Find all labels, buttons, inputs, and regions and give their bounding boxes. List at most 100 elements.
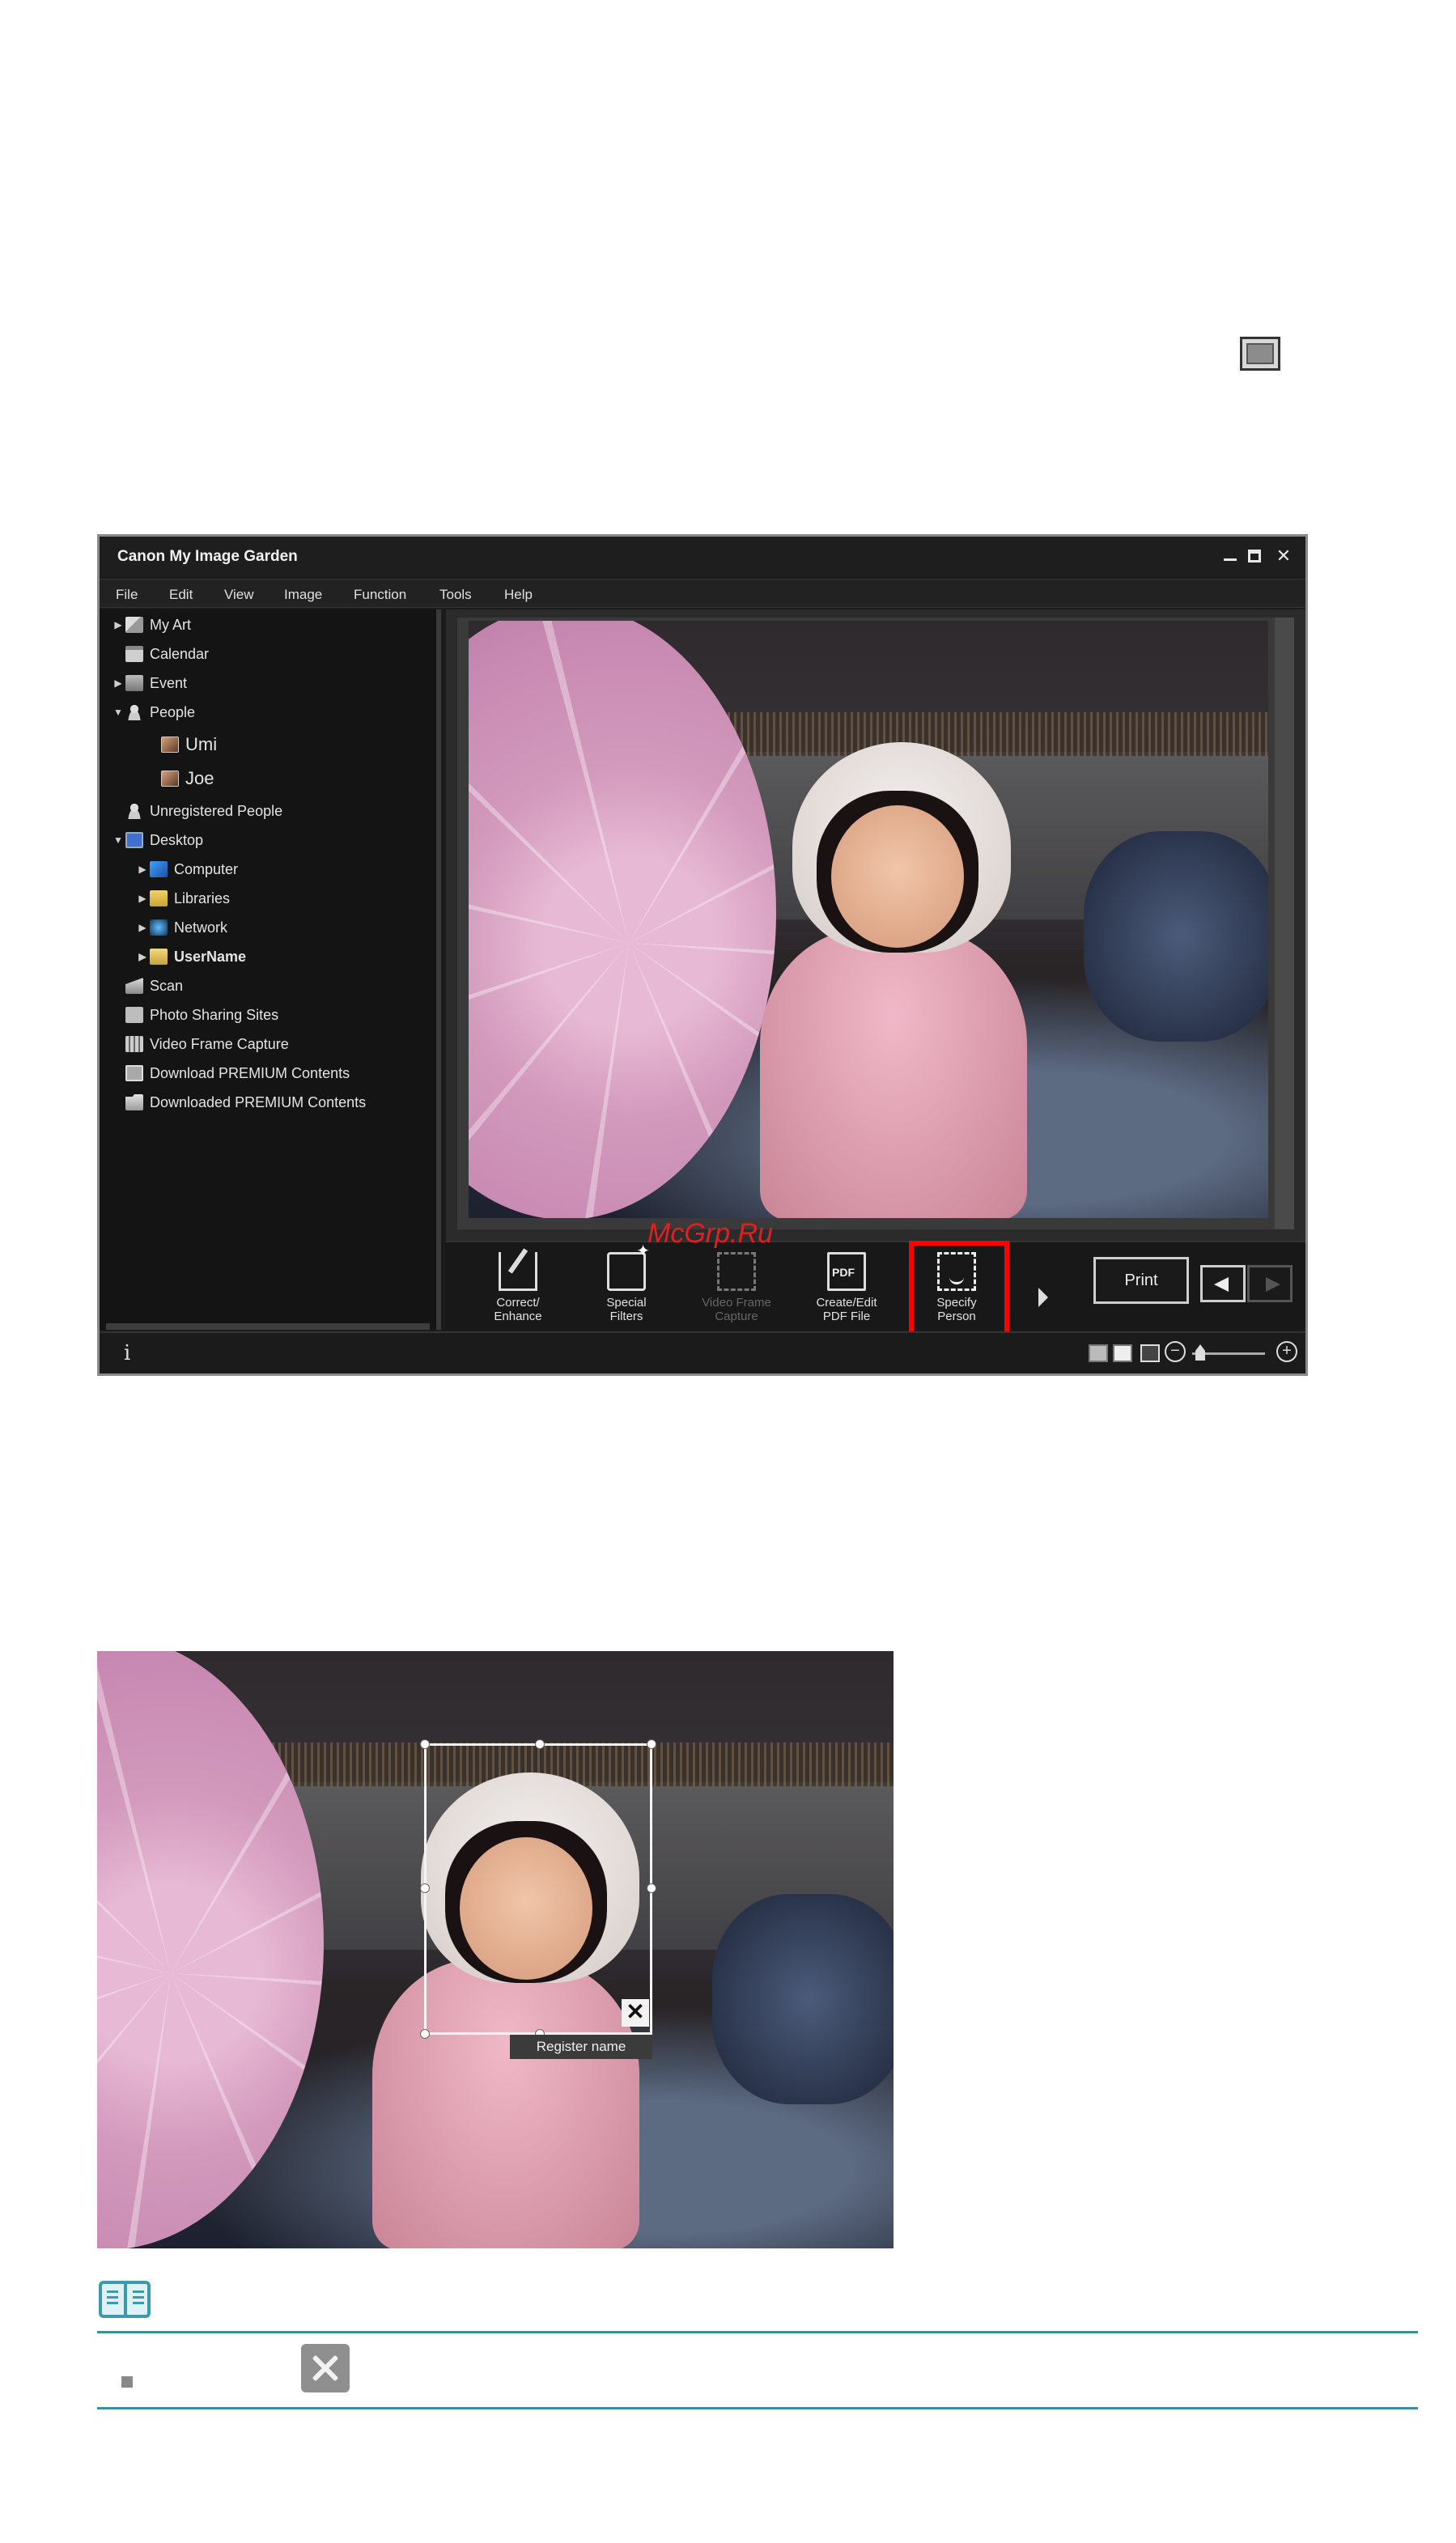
tree-item-download-premium[interactable]: Download PREMIUM Contents bbox=[125, 1061, 350, 1085]
menu-bar: File Edit View Image Function Tools Help bbox=[100, 579, 1305, 608]
previous-image-button[interactable] bbox=[1200, 1265, 1246, 1302]
register-name-field[interactable]: Register name bbox=[510, 2035, 652, 2059]
expand-arrow-icon[interactable]: ▶ bbox=[135, 951, 150, 962]
person-thumbnail-icon bbox=[161, 771, 179, 787]
thumbnail-view-icon[interactable] bbox=[1089, 1344, 1108, 1362]
face-selection-photo[interactable]: ✕ Register name bbox=[97, 1651, 894, 2248]
print-button[interactable]: Print bbox=[1093, 1257, 1189, 1304]
expand-arrow-icon[interactable]: ▶ bbox=[135, 864, 150, 875]
correct-enhance-button[interactable]: Correct/ Enhance bbox=[473, 1250, 562, 1328]
resize-handle[interactable] bbox=[420, 1739, 430, 1749]
toolbar-more-arrow-icon[interactable] bbox=[1038, 1288, 1048, 1307]
photo-dark-jacket bbox=[1084, 831, 1268, 1042]
button-label: Video Frame bbox=[702, 1296, 771, 1310]
tree-item-people[interactable]: ▼ People bbox=[111, 700, 195, 724]
button-label: Correct/ bbox=[496, 1296, 540, 1310]
correct-enhance-icon bbox=[499, 1252, 537, 1291]
preview-vertical-scrollbar[interactable] bbox=[1275, 618, 1294, 1229]
note-book-icon bbox=[99, 2281, 151, 2318]
expand-arrow-icon[interactable]: ▶ bbox=[111, 677, 125, 689]
preview-photo[interactable] bbox=[469, 621, 1268, 1218]
my-art-icon bbox=[125, 617, 143, 633]
button-label: Create/Edit bbox=[816, 1296, 877, 1310]
tree-item-label: Network bbox=[174, 919, 228, 936]
collapse-arrow-icon[interactable]: ▼ bbox=[111, 707, 125, 718]
note-divider-top bbox=[97, 2331, 1418, 2333]
tree-item-video-frame-capture[interactable]: Video Frame Capture bbox=[125, 1032, 289, 1056]
photo-dark-jacket bbox=[712, 1894, 894, 2104]
tree-item-photo-sharing-sites[interactable]: Photo Sharing Sites bbox=[125, 1003, 278, 1027]
expand-arrow-icon[interactable]: ▶ bbox=[135, 922, 150, 933]
tree-item-desktop[interactable]: ▼ Desktop bbox=[111, 828, 203, 852]
face-box-close-button[interactable]: ✕ bbox=[622, 1999, 649, 2027]
next-image-button[interactable] bbox=[1247, 1265, 1293, 1302]
specify-person-highlight bbox=[909, 1241, 1009, 1338]
zoom-slider-thumb[interactable] bbox=[1195, 1344, 1205, 1361]
note-book-lines bbox=[133, 2290, 144, 2307]
person-thumbnail-icon bbox=[161, 737, 179, 753]
resize-handle[interactable] bbox=[420, 2029, 430, 2039]
menu-edit[interactable]: Edit bbox=[169, 587, 193, 603]
tree-item-label: Umi bbox=[185, 734, 218, 754]
video-frame-capture-button[interactable]: Video Frame Capture bbox=[692, 1250, 781, 1328]
tree-item-downloaded-premium[interactable]: Downloaded PREMIUM Contents bbox=[125, 1090, 366, 1114]
resize-handle[interactable] bbox=[647, 1739, 656, 1749]
tree-item-label: Photo Sharing Sites bbox=[150, 1006, 279, 1023]
zoom-in-icon[interactable]: + bbox=[1276, 1341, 1297, 1362]
tree-item-label: Event bbox=[150, 674, 188, 691]
status-bar: i − + bbox=[100, 1331, 1305, 1373]
close-button[interactable]: ✕ bbox=[1273, 545, 1294, 567]
tree-item-scan[interactable]: Scan bbox=[125, 974, 183, 998]
whole-image-view-icon bbox=[1240, 337, 1280, 371]
full-screen-icon[interactable] bbox=[1140, 1344, 1160, 1362]
libraries-icon bbox=[150, 890, 168, 906]
tree-item-unregistered-people[interactable]: Unregistered People bbox=[125, 799, 282, 823]
tree-item-calendar[interactable]: Calendar bbox=[125, 642, 209, 666]
tree-item-person-joe[interactable]: Joe bbox=[161, 763, 214, 794]
special-filters-button[interactable]: Special Filters bbox=[582, 1245, 671, 1328]
menu-function[interactable]: Function bbox=[354, 587, 406, 603]
network-icon bbox=[150, 919, 168, 936]
user-folder-icon bbox=[150, 949, 168, 965]
tree-item-label: UserName bbox=[174, 948, 247, 965]
menu-help[interactable]: Help bbox=[504, 587, 533, 603]
tree-item-my-art[interactable]: ▶ My Art bbox=[111, 613, 191, 637]
preview-area bbox=[446, 609, 1305, 1241]
menu-file[interactable]: File bbox=[116, 587, 138, 603]
collapse-arrow-icon[interactable]: ▼ bbox=[111, 834, 125, 846]
tree-item-label: Scan bbox=[150, 977, 184, 994]
expand-arrow-icon[interactable]: ▶ bbox=[135, 893, 150, 904]
whole-image-view-icon[interactable] bbox=[1113, 1344, 1132, 1362]
desktop-icon bbox=[125, 832, 143, 848]
unregistered-person-icon bbox=[125, 803, 143, 819]
menu-image[interactable]: Image bbox=[284, 587, 322, 603]
expand-arrow-icon[interactable]: ▶ bbox=[111, 619, 125, 630]
face-area-box[interactable] bbox=[420, 1739, 656, 2039]
download-premium-icon bbox=[125, 1065, 143, 1081]
resize-handle[interactable] bbox=[535, 1739, 545, 1749]
info-icon[interactable]: i bbox=[124, 1341, 130, 1365]
tree-item-event[interactable]: ▶ Event bbox=[111, 671, 187, 695]
menu-tools[interactable]: Tools bbox=[439, 587, 472, 603]
create-edit-pdf-button[interactable]: Create/Edit PDF File bbox=[802, 1250, 891, 1328]
minimize-button[interactable] bbox=[1220, 545, 1241, 567]
tree-item-computer[interactable]: ▶ Computer bbox=[135, 857, 238, 881]
tree-item-network[interactable]: ▶ Network bbox=[135, 915, 227, 940]
folder-icon bbox=[125, 1094, 143, 1110]
tree-item-label: Unregistered People bbox=[150, 802, 283, 819]
zoom-out-icon[interactable]: − bbox=[1165, 1341, 1186, 1362]
video-frame-icon bbox=[125, 1036, 143, 1052]
tree-horizontal-scrollbar[interactable] bbox=[106, 1323, 430, 1330]
tree-item-username[interactable]: ▶ UserName bbox=[135, 945, 246, 969]
maximize-button[interactable] bbox=[1244, 545, 1265, 567]
resize-handle[interactable] bbox=[420, 1883, 430, 1893]
video-frame-capture-icon bbox=[717, 1252, 756, 1291]
menu-view[interactable]: View bbox=[224, 587, 254, 603]
button-label: Capture bbox=[715, 1310, 758, 1323]
special-filters-icon bbox=[607, 1245, 650, 1291]
people-icon bbox=[125, 704, 143, 720]
tree-item-person-umi[interactable]: Umi bbox=[161, 729, 217, 760]
resize-handle[interactable] bbox=[647, 1883, 656, 1893]
tree-item-libraries[interactable]: ▶ Libraries bbox=[135, 886, 230, 911]
app-window: Canon My Image Garden ✕ File Edit View I… bbox=[97, 534, 1308, 1376]
